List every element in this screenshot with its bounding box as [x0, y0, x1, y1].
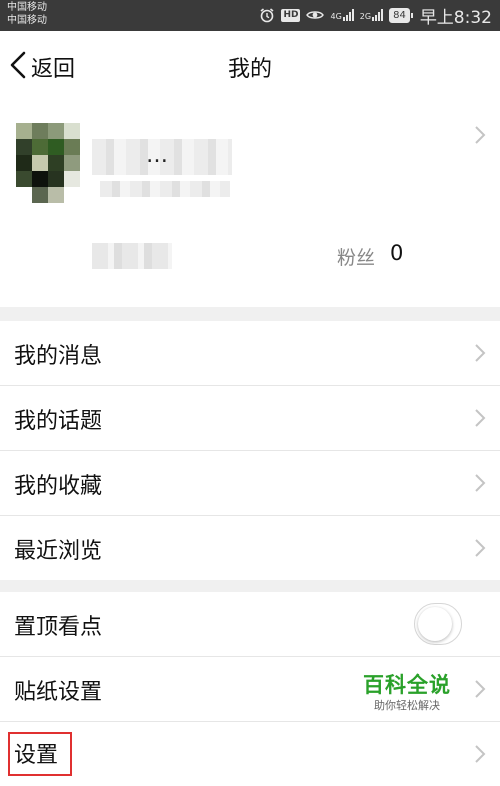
toggle-knob [418, 607, 452, 641]
menu-item-label: 最近浏览 [14, 539, 103, 564]
avatar[interactable] [16, 123, 80, 203]
menu-item-label: 我的收藏 [14, 474, 103, 499]
menu-item-label: 设置 [14, 743, 59, 768]
chevron-right-icon [474, 538, 486, 558]
menu-item-pin-highlights: 置顶看点 [0, 592, 500, 657]
hd-icon: HD [281, 8, 301, 22]
alarm-icon [259, 7, 275, 23]
menu-item-my-topics[interactable]: 我的话题 [0, 386, 500, 451]
menu-group-primary: 我的消息 我的话题 我的收藏 最近浏览 [0, 321, 500, 580]
carrier-name: 中国移动 [7, 2, 47, 13]
watermark-logo: 百科全说 [363, 673, 451, 697]
menu-item-label: 置顶看点 [14, 615, 103, 640]
navigation-bar: 返回 我的 [0, 31, 500, 103]
username-suffix: … [146, 143, 169, 168]
blurred-user-info [100, 181, 230, 197]
menu-item-settings[interactable]: 设置 [0, 722, 500, 786]
status-bar: 中国移动 中国移动 HD 4G 2G 84 早上8:32 [0, 0, 500, 31]
signal-icon: 4G [330, 9, 354, 21]
carrier-name: 中国移动 [7, 15, 47, 26]
network-type-label: 2G [359, 12, 372, 21]
clock: 早上8:32 [419, 7, 492, 28]
chevron-right-icon [474, 744, 486, 764]
menu-item-label: 贴纸设置 [14, 680, 103, 705]
menu-item-label: 我的消息 [14, 344, 103, 369]
network-type-label: 4G [330, 12, 342, 21]
battery-icon: 84 [389, 7, 413, 23]
blurred-follow-stat [92, 243, 172, 269]
chevron-right-icon [474, 125, 486, 145]
chevron-right-icon [474, 679, 486, 699]
fans-count[interactable]: 0 [390, 241, 403, 265]
chevron-right-icon [474, 473, 486, 493]
menu-item-my-favorites[interactable]: 我的收藏 [0, 451, 500, 516]
profile-card[interactable]: … 粉丝 0 [0, 103, 500, 307]
page-title: 我的 [227, 57, 272, 82]
menu-item-label: 我的话题 [14, 409, 103, 434]
menu-item-my-messages[interactable]: 我的消息 [0, 321, 500, 386]
signal-icon: 2G [359, 9, 384, 21]
fans-label[interactable]: 粉丝 [337, 243, 375, 270]
chevron-right-icon [474, 408, 486, 428]
pin-highlights-toggle[interactable] [414, 603, 462, 645]
watermark-slogan: 助你轻松解决 [374, 699, 440, 712]
watermark: 百科全说 助你轻松解决 [352, 672, 462, 713]
status-icons: HD 4G 2G 84 早上8:32 [259, 4, 492, 28]
chevron-right-icon [474, 343, 486, 363]
menu-item-recently-viewed[interactable]: 最近浏览 [0, 516, 500, 580]
eye-icon [306, 9, 325, 21]
